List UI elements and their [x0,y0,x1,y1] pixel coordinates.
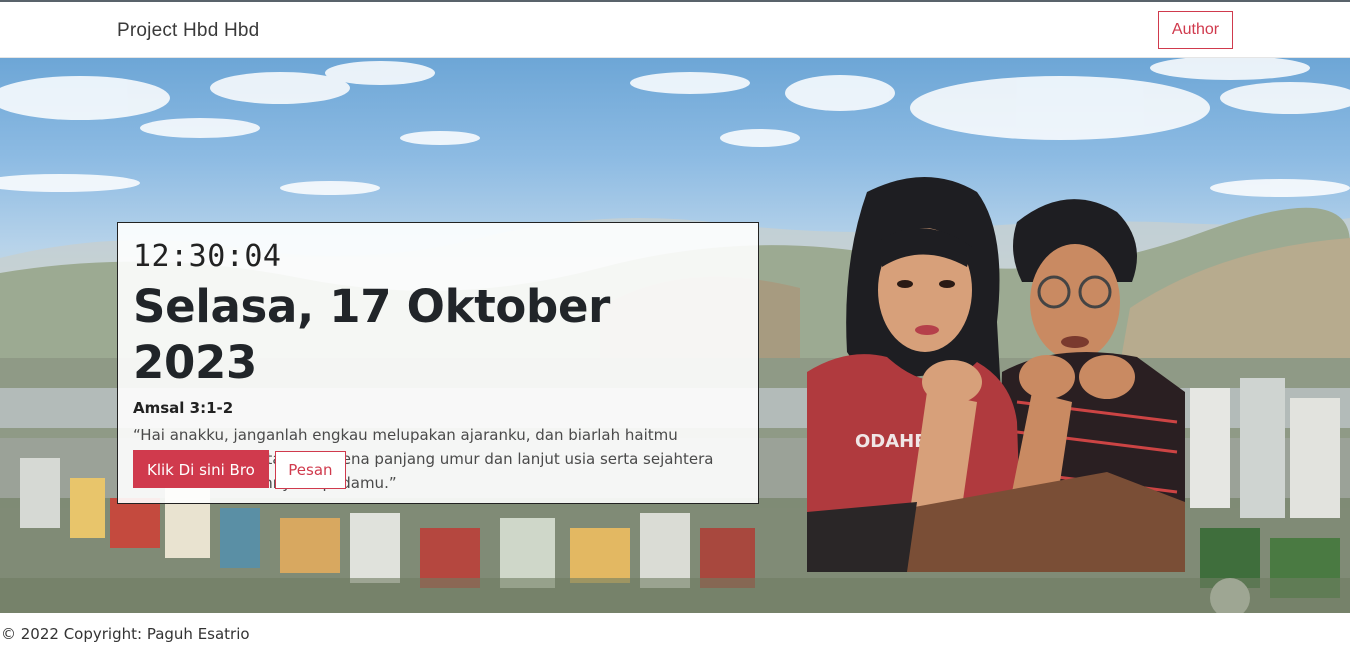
footer-copyright: © 2022 Copyright: Paguh Esatrio [1,625,250,643]
verse-reference: Amsal 3:1-2 [133,399,234,417]
clock-time: 12:30:04 [133,239,282,274]
footer: © 2022 Copyright: Paguh Esatrio [0,613,1350,653]
author-button[interactable]: Author [1158,11,1233,49]
card-button-group: Klik Di sini Bro Pesan [133,450,346,489]
couple-illustration: ODAHETAM [807,172,1185,572]
current-date: Selasa, 17 Oktober 2023 [133,280,611,389]
navbar-brand[interactable]: Project Hbd Hbd [117,20,259,42]
hero-section: 12:30:04 Selasa, 17 Oktober 2023 Amsal 3… [0,58,1350,613]
clock-verse-card: 12:30:04 Selasa, 17 Oktober 2023 Amsal 3… [117,222,759,504]
navbar: Project Hbd Hbd Author [0,2,1350,58]
couple-illustration-image: ODAHETAM [807,177,1185,572]
pesan-button[interactable]: Pesan [275,451,346,489]
klik-disini-button[interactable]: Klik Di sini Bro [133,450,269,488]
